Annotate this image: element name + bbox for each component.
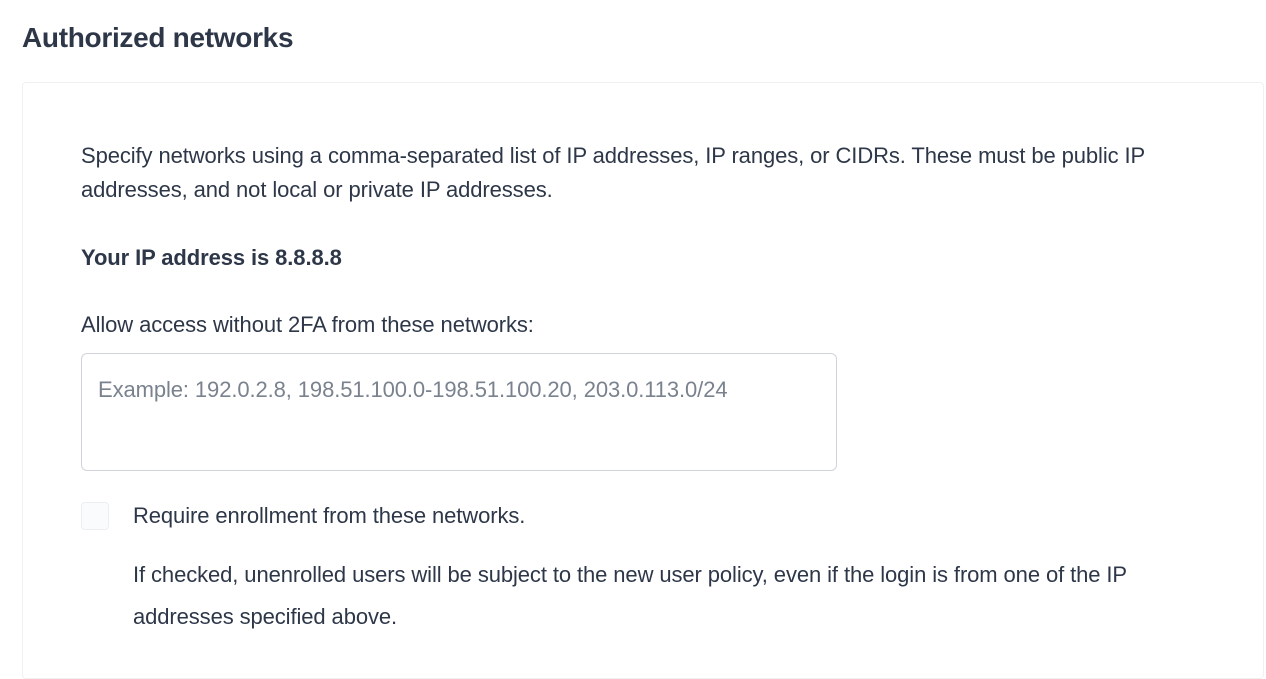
your-ip-value: 8.8.8.8 bbox=[275, 245, 342, 270]
require-enrollment-hint: If checked, unenrolled users will be sub… bbox=[81, 554, 1205, 638]
your-ip-line: Your IP address is 8.8.8.8 bbox=[81, 241, 1205, 274]
networks-description: Specify networks using a comma-separated… bbox=[81, 139, 1205, 207]
networks-field-label: Allow access without 2FA from these netw… bbox=[81, 308, 1205, 341]
page-title: Authorized networks bbox=[0, 0, 1266, 54]
your-ip-prefix: Your IP address is bbox=[81, 245, 275, 270]
authorized-networks-panel: Specify networks using a comma-separated… bbox=[22, 82, 1264, 679]
require-enrollment-checkbox[interactable] bbox=[81, 502, 109, 530]
require-enrollment-label[interactable]: Require enrollment from these networks. bbox=[133, 500, 525, 532]
networks-input[interactable] bbox=[81, 353, 837, 471]
require-enrollment-row: Require enrollment from these networks. bbox=[81, 500, 1205, 532]
